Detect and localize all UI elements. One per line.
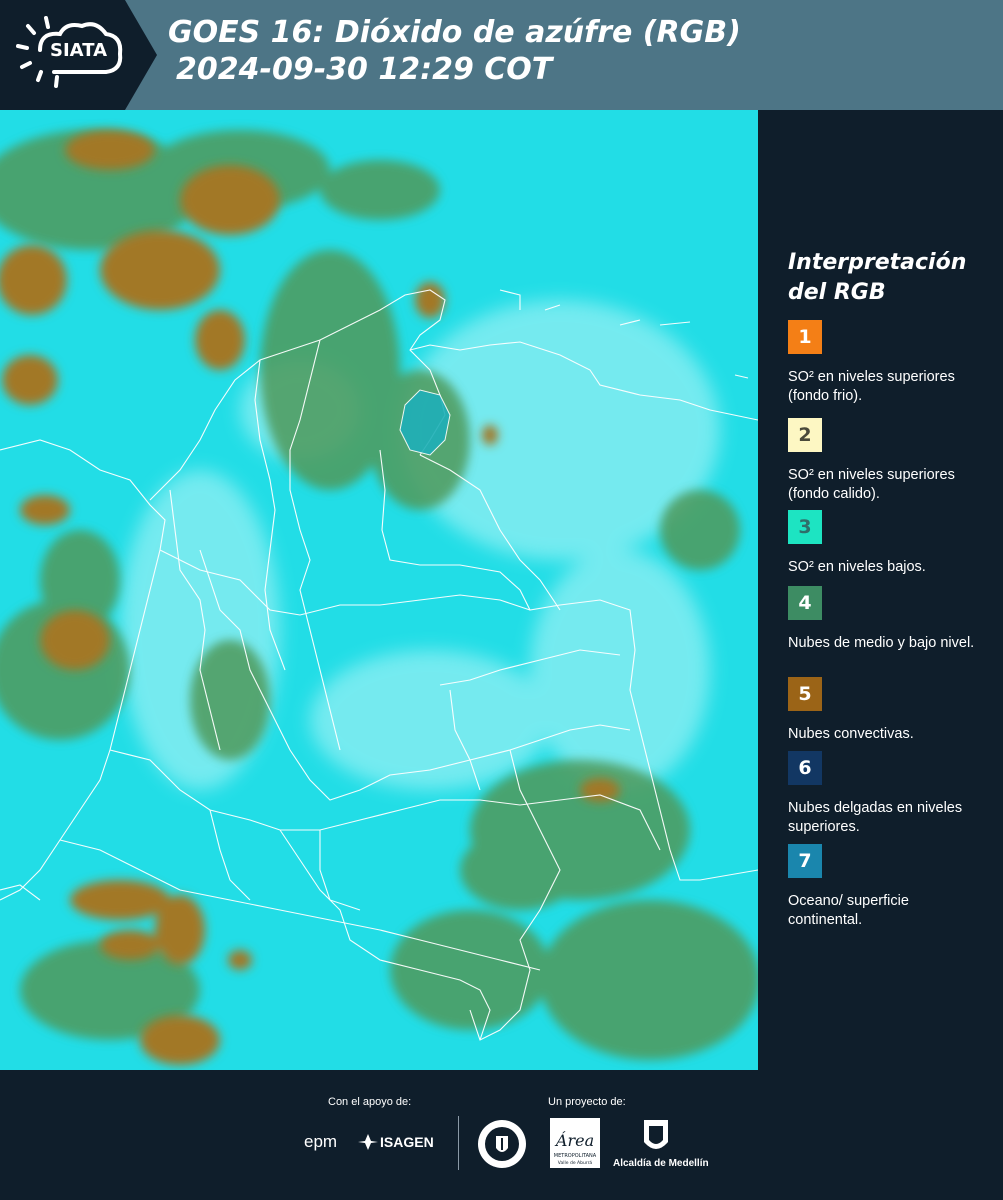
legend-swatch-3: 3 xyxy=(788,510,822,544)
legend-label-2: SO² en niveles superiores (fondo calido)… xyxy=(788,467,955,502)
area-logo-subtext: METROPOLITANA xyxy=(554,1153,597,1159)
legend-swatch-6: 6 xyxy=(788,751,822,785)
satellite-image xyxy=(0,110,758,1070)
legend-swatch-4: 4 xyxy=(788,586,822,620)
area-logo-text: Área xyxy=(554,1130,594,1150)
legend-item-3: 3 SO² en niveles bajos. xyxy=(788,510,978,577)
page-title: GOES 16: Dióxido de azúfre (RGB) 2024-09… xyxy=(168,14,741,88)
isagen-logo: ISAGEN xyxy=(380,1134,434,1150)
legend-label-1: SO² en niveles superiores (fondo frio). xyxy=(788,369,955,404)
project-caption: Un proyecto de: xyxy=(548,1096,626,1108)
logo-text: SIATA xyxy=(50,40,108,61)
legend-item-2: 2 SO² en niveles superiores (fondo calid… xyxy=(788,418,978,504)
legend-panel: Interpretación del RGB 1 SO² en niveles … xyxy=(758,110,1003,1070)
legend-title-line-2: del RGB xyxy=(788,280,886,305)
title-band-arrow xyxy=(125,0,157,110)
legend-item-5: 5 Nubes convectivas. xyxy=(788,677,978,744)
medellin-seal-icon xyxy=(478,1120,526,1168)
area-logo-subtext-2: Valle de Aburrá xyxy=(558,1159,593,1166)
legend-label-3: SO² en niveles bajos. xyxy=(788,559,926,575)
legend-item-7: 7 Oceano/ superficie continental. xyxy=(788,844,978,930)
legend-swatch-2: 2 xyxy=(788,418,822,452)
legend-label-6: Nubes delgadas en niveles superiores. xyxy=(788,800,963,835)
legend-title: Interpretación del RGB xyxy=(788,248,988,308)
epm-logo: epm xyxy=(304,1132,338,1151)
legend-item-6: 6 Nubes delgadas en niveles superiores. xyxy=(788,751,978,837)
title-line-2: 2024-09-30 12:29 COT xyxy=(176,52,553,87)
legend-label-5: Nubes convectivas. xyxy=(788,726,914,742)
legend-label-7: Oceano/ superficie continental. xyxy=(788,893,909,928)
satellite-map xyxy=(0,110,758,1070)
alcaldia-shield-icon xyxy=(644,1120,668,1149)
legend-title-line-1: Interpretación xyxy=(788,250,967,275)
legend-swatch-1: 1 xyxy=(788,320,822,354)
support-caption: Con el apoyo de: xyxy=(328,1096,412,1108)
footer-divider xyxy=(458,1116,459,1170)
title-line-1: GOES 16: Dióxido de azúfre (RGB) xyxy=(168,15,741,50)
header: SIATA GOES 16: Dióxido de azúfre (RGB) 2… xyxy=(0,0,1003,110)
legend-swatch-7: 7 xyxy=(788,844,822,878)
footer: Con el apoyo de: Un proyecto de: epm ISA… xyxy=(0,1070,1003,1200)
legend-item-1: 1 SO² en niveles superiores (fondo frio)… xyxy=(788,320,978,406)
legend-swatch-5: 5 xyxy=(788,677,822,711)
alcaldia-label: Alcaldía de Medellín xyxy=(613,1158,709,1169)
legend-label-4: Nubes de medio y bajo nivel. xyxy=(788,635,975,651)
area-metropolitana-logo: Área METROPOLITANA Valle de Aburrá xyxy=(550,1118,600,1168)
isagen-icon xyxy=(358,1134,378,1150)
legend-item-4: 4 Nubes de medio y bajo nivel. xyxy=(788,586,978,653)
